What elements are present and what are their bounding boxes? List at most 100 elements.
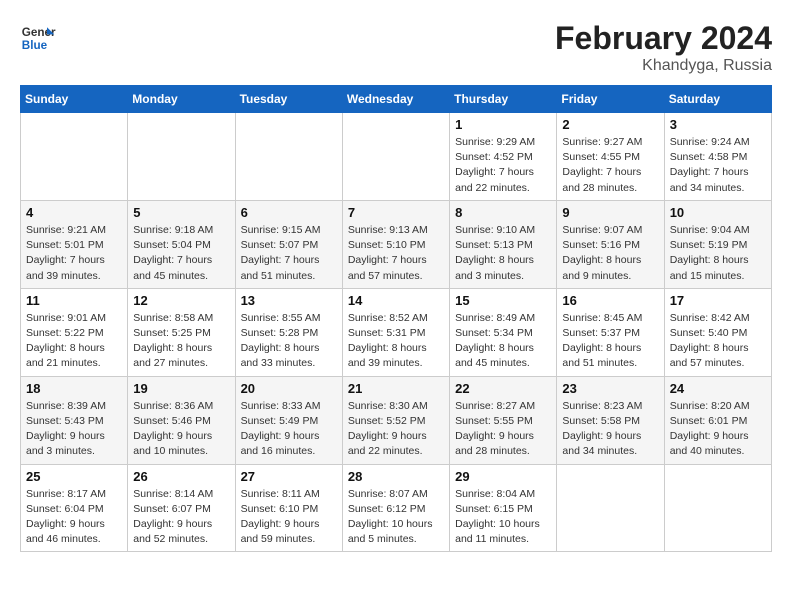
weekday-header-cell: Sunday [21, 86, 128, 113]
day-info: Sunrise: 8:36 AM Sunset: 5:46 PM Dayligh… [133, 399, 229, 460]
calendar-cell: 26 Sunrise: 8:14 AM Sunset: 6:07 PM Dayli… [128, 464, 235, 552]
day-number: 26 [133, 469, 229, 484]
calendar-cell: 4 Sunrise: 9:21 AM Sunset: 5:01 PM Daylig… [21, 200, 128, 288]
calendar-cell [128, 113, 235, 201]
day-number: 22 [455, 381, 551, 396]
calendar-week-row: 4 Sunrise: 9:21 AM Sunset: 5:01 PM Daylig… [21, 200, 772, 288]
calendar-cell: 8Sunrise: 9:10 AM Sunset: 5:13 PM Daylig… [450, 200, 557, 288]
day-number: 24 [670, 381, 766, 396]
day-info: Sunrise: 8:39 AM Sunset: 5:43 PM Dayligh… [26, 399, 122, 460]
calendar-cell [557, 464, 664, 552]
day-number: 4 [26, 205, 122, 220]
day-info: Sunrise: 8:17 AM Sunset: 6:04 PM Dayligh… [26, 487, 122, 548]
calendar-cell: 17 Sunrise: 8:42 AM Sunset: 5:40 PM Dayli… [664, 288, 771, 376]
day-info: Sunrise: 8:33 AM Sunset: 5:49 PM Dayligh… [241, 399, 337, 460]
day-number: 29 [455, 469, 551, 484]
day-info: Sunrise: 9:13 AM Sunset: 5:10 PM Dayligh… [348, 223, 444, 284]
calendar-week-row: 1Sunrise: 9:29 AM Sunset: 4:52 PM Daylig… [21, 113, 772, 201]
day-info: Sunrise: 8:45 AM Sunset: 5:37 PM Dayligh… [562, 311, 658, 372]
day-number: 3 [670, 117, 766, 132]
calendar-cell: 20 Sunrise: 8:33 AM Sunset: 5:49 PM Dayli… [235, 376, 342, 464]
day-number: 23 [562, 381, 658, 396]
day-number: 9 [562, 205, 658, 220]
day-number: 17 [670, 293, 766, 308]
day-info: Sunrise: 8:52 AM Sunset: 5:31 PM Dayligh… [348, 311, 444, 372]
location: Khandyga, Russia [555, 57, 772, 75]
calendar-cell: 22 Sunrise: 8:27 AM Sunset: 5:55 PM Dayli… [450, 376, 557, 464]
logo-icon: General Blue [20, 20, 56, 56]
title-block: February 2024 Khandyga, Russia [555, 20, 772, 75]
calendar-cell [664, 464, 771, 552]
day-info: Sunrise: 8:20 AM Sunset: 6:01 PM Dayligh… [670, 399, 766, 460]
day-number: 25 [26, 469, 122, 484]
day-number: 27 [241, 469, 337, 484]
calendar-cell: 13Sunrise: 8:55 AM Sunset: 5:28 PM Dayli… [235, 288, 342, 376]
month-title: February 2024 [555, 20, 772, 57]
calendar-cell: 7 Sunrise: 9:13 AM Sunset: 5:10 PM Daylig… [342, 200, 449, 288]
calendar-cell: 5 Sunrise: 9:18 AM Sunset: 5:04 PM Daylig… [128, 200, 235, 288]
svg-text:Blue: Blue [22, 39, 48, 52]
day-number: 1 [455, 117, 551, 132]
calendar-cell: 12 Sunrise: 8:58 AM Sunset: 5:25 PM Dayli… [128, 288, 235, 376]
calendar-cell: 15 Sunrise: 8:49 AM Sunset: 5:34 PM Dayli… [450, 288, 557, 376]
calendar-cell: 18 Sunrise: 8:39 AM Sunset: 5:43 PM Dayli… [21, 376, 128, 464]
calendar-cell [342, 113, 449, 201]
calendar-cell [235, 113, 342, 201]
day-number: 28 [348, 469, 444, 484]
calendar-cell: 1Sunrise: 9:29 AM Sunset: 4:52 PM Daylig… [450, 113, 557, 201]
day-number: 2 [562, 117, 658, 132]
calendar-cell: 16 Sunrise: 8:45 AM Sunset: 5:37 PM Dayli… [557, 288, 664, 376]
calendar-body: 1Sunrise: 9:29 AM Sunset: 4:52 PM Daylig… [21, 113, 772, 552]
weekday-header-cell: Monday [128, 86, 235, 113]
calendar-week-row: 18 Sunrise: 8:39 AM Sunset: 5:43 PM Dayli… [21, 376, 772, 464]
weekday-header-row: SundayMondayTuesdayWednesdayThursdayFrid… [21, 86, 772, 113]
calendar-cell: 6 Sunrise: 9:15 AM Sunset: 5:07 PM Daylig… [235, 200, 342, 288]
day-number: 10 [670, 205, 766, 220]
day-info: Sunrise: 9:01 AM Sunset: 5:22 PM Dayligh… [26, 311, 122, 372]
day-info: Sunrise: 8:07 AM Sunset: 6:12 PM Dayligh… [348, 487, 444, 548]
day-number: 12 [133, 293, 229, 308]
weekday-header-cell: Friday [557, 86, 664, 113]
weekday-header-cell: Tuesday [235, 86, 342, 113]
day-number: 18 [26, 381, 122, 396]
calendar-cell [21, 113, 128, 201]
calendar-cell: 28 Sunrise: 8:07 AM Sunset: 6:12 PM Dayli… [342, 464, 449, 552]
day-info: Sunrise: 8:11 AM Sunset: 6:10 PM Dayligh… [241, 487, 337, 548]
day-info: Sunrise: 9:10 AM Sunset: 5:13 PM Dayligh… [455, 223, 551, 284]
day-number: 7 [348, 205, 444, 220]
logo: General Blue [20, 20, 56, 56]
page-header: General Blue February 2024 Khandyga, Rus… [20, 20, 772, 75]
day-number: 20 [241, 381, 337, 396]
day-number: 16 [562, 293, 658, 308]
day-number: 5 [133, 205, 229, 220]
day-info: Sunrise: 9:15 AM Sunset: 5:07 PM Dayligh… [241, 223, 337, 284]
day-info: Sunrise: 9:04 AM Sunset: 5:19 PM Dayligh… [670, 223, 766, 284]
day-info: Sunrise: 8:27 AM Sunset: 5:55 PM Dayligh… [455, 399, 551, 460]
calendar-cell: 10 Sunrise: 9:04 AM Sunset: 5:19 PM Dayli… [664, 200, 771, 288]
day-info: Sunrise: 8:55 AM Sunset: 5:28 PM Dayligh… [241, 311, 337, 372]
calendar-cell: 9 Sunrise: 9:07 AM Sunset: 5:16 PM Daylig… [557, 200, 664, 288]
calendar-cell: 3Sunrise: 9:24 AM Sunset: 4:58 PM Daylig… [664, 113, 771, 201]
day-number: 15 [455, 293, 551, 308]
day-info: Sunrise: 8:49 AM Sunset: 5:34 PM Dayligh… [455, 311, 551, 372]
calendar-table: SundayMondayTuesdayWednesdayThursdayFrid… [20, 85, 772, 552]
day-number: 19 [133, 381, 229, 396]
calendar-cell: 27 Sunrise: 8:11 AM Sunset: 6:10 PM Dayli… [235, 464, 342, 552]
calendar-cell: 25 Sunrise: 8:17 AM Sunset: 6:04 PM Dayli… [21, 464, 128, 552]
day-info: Sunrise: 8:42 AM Sunset: 5:40 PM Dayligh… [670, 311, 766, 372]
day-info: Sunrise: 9:21 AM Sunset: 5:01 PM Dayligh… [26, 223, 122, 284]
calendar-week-row: 25 Sunrise: 8:17 AM Sunset: 6:04 PM Dayli… [21, 464, 772, 552]
weekday-header-cell: Saturday [664, 86, 771, 113]
day-info: Sunrise: 8:30 AM Sunset: 5:52 PM Dayligh… [348, 399, 444, 460]
day-number: 11 [26, 293, 122, 308]
day-info: Sunrise: 9:07 AM Sunset: 5:16 PM Dayligh… [562, 223, 658, 284]
calendar-cell: 23Sunrise: 8:23 AM Sunset: 5:58 PM Dayli… [557, 376, 664, 464]
day-info: Sunrise: 9:18 AM Sunset: 5:04 PM Dayligh… [133, 223, 229, 284]
calendar-cell: 24 Sunrise: 8:20 AM Sunset: 6:01 PM Dayli… [664, 376, 771, 464]
weekday-header-cell: Thursday [450, 86, 557, 113]
day-info: Sunrise: 8:14 AM Sunset: 6:07 PM Dayligh… [133, 487, 229, 548]
day-number: 6 [241, 205, 337, 220]
day-info: Sunrise: 8:04 AM Sunset: 6:15 PM Dayligh… [455, 487, 551, 548]
day-info: Sunrise: 8:58 AM Sunset: 5:25 PM Dayligh… [133, 311, 229, 372]
calendar-cell: 14Sunrise: 8:52 AM Sunset: 5:31 PM Dayli… [342, 288, 449, 376]
